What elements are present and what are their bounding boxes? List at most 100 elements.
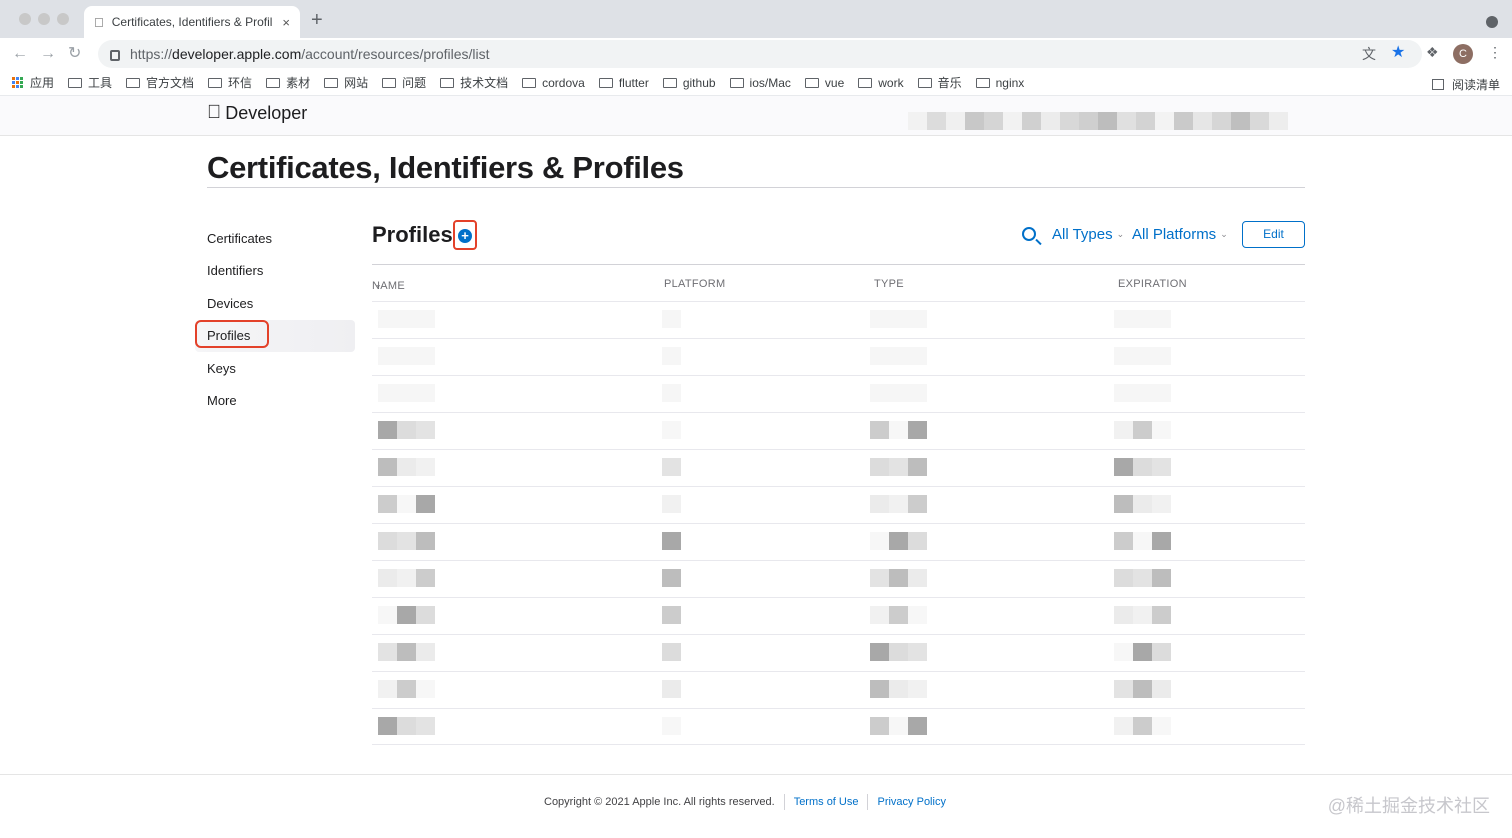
redacted-cell (1114, 643, 1171, 661)
redacted-cell (662, 606, 681, 624)
highlight-box (195, 319, 269, 348)
extensions-puzzle-icon[interactable]: ❖ (1426, 44, 1439, 61)
page-footer: Copyright © 2021 Apple Inc. All rights r… (544, 794, 946, 810)
bookmark-folder[interactable]: cordova (522, 76, 585, 90)
back-arrow-icon[interactable]: ← (12, 44, 28, 64)
table-row[interactable] (372, 560, 1305, 597)
redacted-cell (870, 606, 927, 624)
table-row[interactable] (372, 412, 1305, 449)
privacy-policy-link[interactable]: Privacy Policy (877, 796, 945, 808)
edit-button[interactable]: Edit (1242, 221, 1305, 248)
bookmark-folder[interactable]: 素材 (266, 74, 310, 91)
bookmark-folder[interactable]: 技术文档 (440, 74, 508, 91)
url-text: https://developer.apple.com/account/reso… (130, 46, 490, 62)
sidebar-item-certificates[interactable]: Certificates (195, 222, 355, 255)
copyright-text: Copyright © 2021 Apple Inc. All rights r… (544, 796, 775, 808)
redacted-cell (1114, 680, 1171, 698)
redacted-cell (870, 495, 927, 513)
divider (0, 774, 1512, 775)
redacted-cell (1114, 384, 1171, 402)
redacted-cell (870, 347, 927, 365)
browser-toolbar: ← → ↻ https://developer.apple.com/accoun… (0, 38, 1512, 70)
bookmark-star-icon[interactable]: ★ (1391, 42, 1405, 62)
redacted-cell (662, 643, 681, 661)
menu-kebab-icon[interactable]: ⋮ (1488, 44, 1502, 61)
folder-icon (858, 77, 873, 88)
table-row[interactable] (372, 597, 1305, 634)
redacted-cell (870, 421, 927, 439)
bookmark-apps[interactable]: 应用 (12, 74, 54, 91)
forward-arrow-icon[interactable]: → (40, 44, 56, 64)
table-row[interactable] (372, 634, 1305, 671)
table-row[interactable] (372, 708, 1305, 745)
tab-search-icon[interactable] (1486, 16, 1498, 28)
table-row[interactable] (372, 523, 1305, 560)
divider (207, 187, 1305, 188)
filter-platforms-dropdown[interactable]: All Platforms ⌄ (1132, 226, 1228, 243)
new-tab-button[interactable]: + (311, 10, 323, 30)
bookmark-folder[interactable]: github (662, 76, 716, 90)
redacted-cell (870, 643, 927, 661)
section-heading: Profiles (372, 222, 453, 247)
address-bar[interactable]: https://developer.apple.com/account/reso… (98, 40, 1422, 68)
bookmark-folder[interactable]: 问题 (382, 74, 426, 91)
bookmark-folder[interactable]: vue (804, 76, 844, 90)
redacted-cell (662, 421, 681, 439)
table-row[interactable] (372, 375, 1305, 412)
translate-icon[interactable]: 文 (1362, 44, 1376, 64)
folder-icon (975, 77, 990, 88)
redacted-cell (378, 569, 435, 587)
sort-chevron-icon: ⌄ (375, 280, 383, 289)
window-zoom-button[interactable] (57, 13, 69, 25)
chevron-down-icon: ⌄ (1116, 229, 1125, 239)
window-close-button[interactable] (19, 13, 31, 25)
search-icon[interactable] (1022, 227, 1036, 241)
tab-close-icon[interactable]: × (282, 15, 290, 30)
redacted-cell (1114, 310, 1171, 328)
window-minimize-button[interactable] (38, 13, 50, 25)
chevron-down-icon: ⌄ (1220, 229, 1228, 239)
add-profile-button[interactable]: + (458, 229, 472, 243)
profile-avatar[interactable]: C (1453, 44, 1473, 64)
table-row[interactable] (372, 301, 1305, 338)
table-row[interactable] (372, 671, 1305, 708)
bookmark-folder[interactable]: 环信 (208, 74, 252, 91)
sidebar-item-devices[interactable]: Devices (195, 287, 355, 320)
redacted-cell (1114, 532, 1171, 550)
folder-icon (266, 77, 281, 88)
redacted-cell (378, 310, 435, 328)
redacted-cell (378, 347, 435, 365)
reload-icon[interactable]: ↻ (68, 44, 81, 64)
sidebar-item-profiles[interactable]: Profiles (195, 319, 355, 352)
redacted-cell (1114, 458, 1171, 476)
profiles-header: Profiles + All Types ⌄ All Platforms ⌄ Edi… (372, 220, 1305, 266)
redacted-cell (378, 532, 435, 550)
folder-icon (522, 77, 537, 88)
reading-list-button[interactable]: 阅读清单 (1431, 76, 1500, 93)
bookmark-folder[interactable]: work (858, 76, 904, 90)
browser-tab[interactable]:  Certificates, Identifiers & Profil × (84, 6, 300, 38)
bookmark-folder[interactable]: 工具 (68, 74, 112, 91)
bookmark-folder[interactable]: 网站 (324, 74, 368, 91)
table-row[interactable] (372, 449, 1305, 486)
filter-types-dropdown[interactable]: All Types ⌄ (1052, 226, 1124, 243)
bookmark-folder[interactable]: flutter (598, 76, 649, 90)
sidebar-item-more[interactable]: More (195, 385, 355, 418)
terms-of-use-link[interactable]: Terms of Use (794, 796, 859, 808)
folder-icon (208, 77, 223, 88)
bookmark-folder[interactable]: 官方文档 (126, 74, 194, 91)
sidebar-item-identifiers[interactable]: Identifiers (195, 255, 355, 288)
table-row[interactable] (372, 486, 1305, 523)
table-row[interactable] (372, 338, 1305, 375)
column-header-expiration: EXPIRATION (1118, 278, 1187, 290)
bookmark-folder[interactable]: 音乐 (917, 74, 962, 91)
redacted-cell (378, 643, 435, 661)
redacted-cell (870, 569, 927, 587)
redacted-cell (662, 495, 681, 513)
developer-logo[interactable]:  Developer (207, 102, 307, 124)
redacted-cell (662, 458, 681, 476)
redacted-cell (662, 310, 681, 328)
bookmark-folder[interactable]: nginx (975, 76, 1024, 90)
bookmark-folder[interactable]: ios/Mac (729, 76, 791, 90)
sidebar-item-keys[interactable]: Keys (195, 352, 355, 385)
